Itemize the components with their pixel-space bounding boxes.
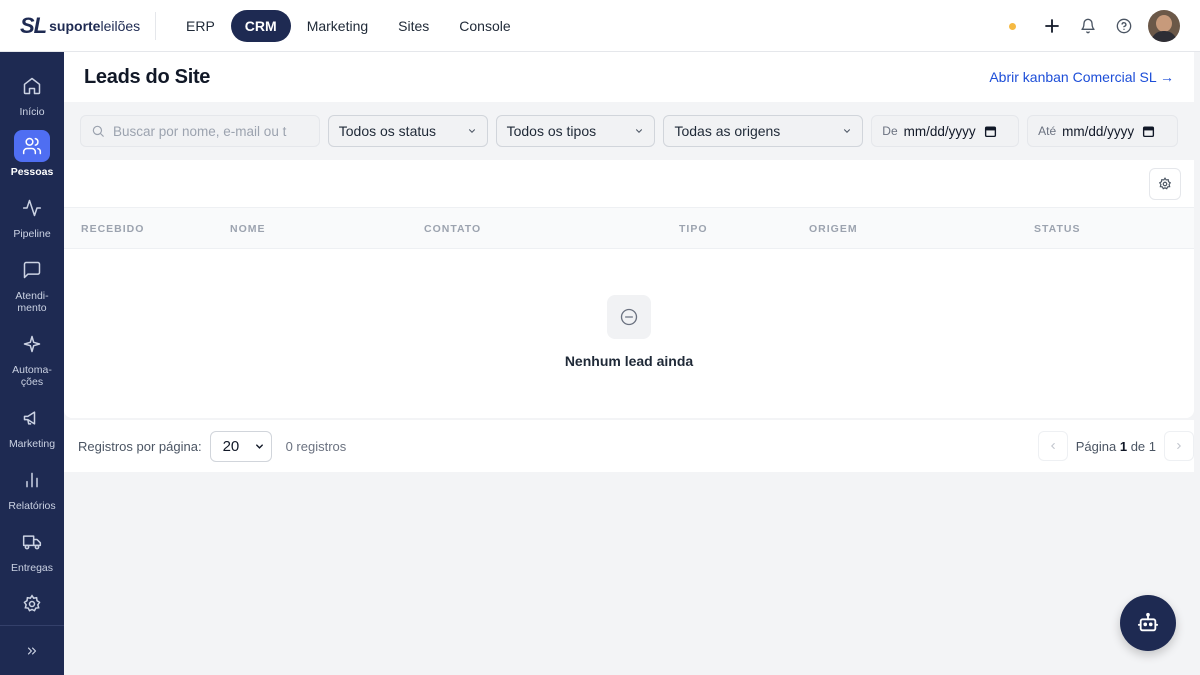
type-select[interactable]: Todos os tipos bbox=[495, 115, 656, 147]
page-header: Leads do Site Abrir kanban Comercial SL … bbox=[64, 52, 1194, 102]
settings-icon bbox=[14, 588, 50, 620]
column-header-origem[interactable]: ORIGEM bbox=[809, 223, 858, 235]
chevron-right-icon bbox=[1177, 442, 1181, 450]
help-icon[interactable] bbox=[1106, 10, 1142, 42]
tab-crm[interactable]: CRM bbox=[230, 9, 291, 42]
avatar[interactable] bbox=[1148, 10, 1180, 42]
top-bar: SL suporteleilões ERP CRM Marketing Site… bbox=[0, 0, 1200, 52]
sidebar-item-label: Início bbox=[19, 106, 45, 118]
chevron-down-icon bbox=[468, 129, 475, 133]
assistant-bot-button[interactable] bbox=[1120, 595, 1176, 651]
search-input[interactable] bbox=[113, 123, 303, 139]
bot-icon bbox=[1137, 612, 1159, 632]
sparkle-icon bbox=[14, 328, 50, 360]
users-icon bbox=[14, 130, 50, 162]
status-dot bbox=[1009, 22, 1016, 30]
per-page-label: Registros por página: bbox=[78, 438, 202, 454]
column-header-contato[interactable]: CONTATO bbox=[424, 223, 481, 235]
chevron-left-icon bbox=[1050, 442, 1055, 450]
minus-circle-icon bbox=[607, 295, 651, 339]
sidebar-item-label: Atendi- mento bbox=[15, 290, 49, 314]
chevron-down-icon bbox=[636, 129, 643, 133]
sidebar-item-pessoas[interactable]: Pessoas bbox=[0, 130, 64, 178]
truck-icon bbox=[14, 526, 50, 558]
brand-name: suporteleilões bbox=[49, 17, 141, 34]
date-from-label: De bbox=[882, 124, 898, 138]
main-content: Leads do Site Abrir kanban Comercial SL … bbox=[64, 52, 1194, 472]
table-header: RECEBIDO NOME CONTATO TIPO ORIGEM STATUS bbox=[64, 208, 1194, 249]
empty-message: Nenhum lead ainda bbox=[564, 353, 694, 369]
filter-bar: Todos os status Todos os tipos Todas as … bbox=[64, 102, 1194, 160]
column-header-nome[interactable]: NOME bbox=[230, 223, 266, 235]
table-toolbar bbox=[64, 160, 1194, 208]
sidebar-item-label: Pipeline bbox=[13, 228, 51, 240]
sidebar-item-label: Marketing bbox=[8, 438, 56, 450]
megaphone-icon bbox=[14, 402, 50, 434]
record-count: 0 registros bbox=[285, 438, 347, 454]
tab-sites[interactable]: Sites bbox=[384, 10, 443, 42]
chevron-down-icon bbox=[844, 129, 851, 133]
date-to-field[interactable]: Até mm/dd/yyyy bbox=[1027, 115, 1178, 147]
bell-icon[interactable] bbox=[1070, 10, 1106, 42]
tab-marketing[interactable]: Marketing bbox=[293, 10, 382, 42]
sidebar-item-entregas[interactable]: Entregas bbox=[0, 526, 64, 574]
page-navigation: Página 1 de 1 bbox=[1037, 431, 1194, 461]
calendar-icon bbox=[1143, 125, 1155, 137]
search-icon bbox=[92, 125, 104, 137]
sidebar-item-automacoes[interactable]: Automa- ções bbox=[0, 328, 64, 388]
sidebar-item-marketing[interactable]: Marketing bbox=[0, 402, 64, 450]
sidebar-item-pipeline[interactable]: Pipeline bbox=[0, 192, 64, 240]
search-field[interactable] bbox=[80, 115, 320, 147]
per-page-value: 20 bbox=[222, 437, 240, 455]
date-to-value: mm/dd/yyyy bbox=[1062, 123, 1135, 139]
sidebar-item-relatorios[interactable]: Relatórios bbox=[0, 464, 64, 512]
date-from-value: mm/dd/yyyy bbox=[903, 123, 976, 139]
page-title: Leads do Site bbox=[84, 65, 211, 88]
sidebar-item-settings[interactable] bbox=[0, 588, 64, 620]
date-to-label: Até bbox=[1038, 124, 1057, 138]
empty-state: Nenhum lead ainda bbox=[64, 295, 1194, 369]
brand-logo[interactable]: SL suporteleilões bbox=[0, 11, 156, 40]
top-actions bbox=[1009, 10, 1180, 42]
next-page-button[interactable] bbox=[1164, 431, 1194, 461]
pagination-bar: Registros por página: 20 0 registros Pág… bbox=[64, 420, 1194, 472]
calendar-icon bbox=[984, 125, 996, 137]
home-icon bbox=[14, 70, 50, 102]
column-header-recebido[interactable]: RECEBIDO bbox=[81, 223, 144, 235]
previous-page-button[interactable] bbox=[1037, 431, 1068, 461]
sidebar-item-inicio[interactable]: Início bbox=[0, 70, 64, 118]
gear-icon bbox=[1158, 177, 1172, 190]
column-settings-button[interactable] bbox=[1149, 168, 1181, 200]
page-indicator: Página 1 de 1 bbox=[1075, 438, 1156, 454]
per-page-select[interactable]: 20 bbox=[209, 430, 272, 462]
tab-console[interactable]: Console bbox=[445, 10, 524, 42]
sidebar: Início Pessoas Pipeline Atendi- mento Au… bbox=[0, 52, 64, 675]
tab-erp[interactable]: ERP bbox=[172, 10, 229, 42]
leads-table-card: RECEBIDO NOME CONTATO TIPO ORIGEM STATUS… bbox=[64, 160, 1194, 418]
chevron-down-icon bbox=[255, 443, 263, 449]
origin-select[interactable]: Todas as origens bbox=[663, 115, 864, 147]
sidebar-item-label: Entregas bbox=[10, 562, 54, 574]
type-select-value: Todos os tipos bbox=[506, 123, 597, 139]
message-icon bbox=[14, 254, 50, 286]
bar-chart-icon bbox=[14, 464, 50, 496]
plus-icon[interactable] bbox=[1034, 10, 1070, 42]
kanban-link[interactable]: Abrir kanban Comercial SL → bbox=[989, 69, 1174, 85]
chevrons-right-icon bbox=[27, 647, 37, 654]
status-select[interactable]: Todos os status bbox=[327, 115, 488, 147]
column-header-tipo[interactable]: TIPO bbox=[679, 223, 708, 235]
sidebar-collapse-button[interactable] bbox=[0, 625, 64, 675]
status-select-value: Todos os status bbox=[338, 123, 437, 139]
sidebar-item-label: Relatórios bbox=[8, 500, 56, 512]
date-from-field[interactable]: De mm/dd/yyyy bbox=[871, 115, 1020, 147]
activity-icon bbox=[14, 192, 50, 224]
top-nav: ERP CRM Marketing Sites Console bbox=[172, 9, 525, 42]
sidebar-item-atendimento[interactable]: Atendi- mento bbox=[0, 254, 64, 314]
column-header-status[interactable]: STATUS bbox=[1034, 223, 1080, 235]
sidebar-item-label: Automa- ções bbox=[12, 364, 52, 388]
sidebar-item-label: Pessoas bbox=[10, 166, 54, 178]
brand-mark: SL bbox=[20, 12, 47, 38]
origin-select-value: Todas as origens bbox=[674, 123, 781, 139]
